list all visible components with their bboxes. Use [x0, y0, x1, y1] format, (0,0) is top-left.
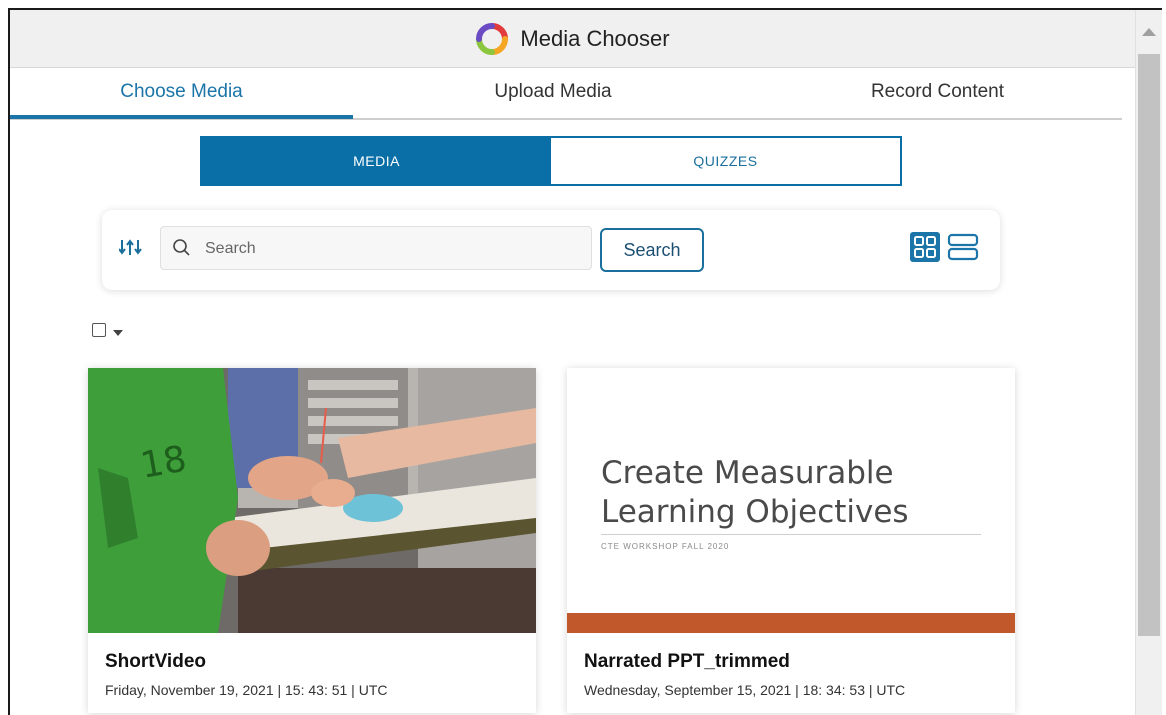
- list-view-icon[interactable]: [947, 232, 979, 262]
- search-input[interactable]: [203, 236, 577, 262]
- media-title: Narrated PPT_trimmed: [584, 651, 790, 672]
- chevron-down-icon[interactable]: [113, 330, 123, 336]
- vertical-scrollbar[interactable]: [1135, 10, 1162, 715]
- scrollbar-thumb[interactable]: [1138, 54, 1160, 636]
- media-card[interactable]: 18 ShortVideo Friday, November 19, 2021 …: [88, 368, 536, 713]
- media-chooser-window: Media Chooser Choose Media Upload Media …: [8, 8, 1162, 715]
- slide-title: Create Measurable Learning Objectives: [601, 454, 1001, 532]
- tab-upload-media[interactable]: Upload Media: [353, 68, 753, 116]
- media-date: Wednesday, September 15, 2021 | 18: 34: …: [584, 682, 906, 698]
- page-title: Media Chooser: [520, 25, 670, 51]
- media-type-toggle: MEDIA QUIZZES: [200, 136, 902, 186]
- search-icon: [173, 239, 190, 256]
- tab-bar: Choose Media Upload Media Record Content: [10, 68, 1122, 120]
- search-field: [160, 226, 592, 270]
- video-thumbnail: 18: [88, 368, 536, 633]
- sort-icon[interactable]: [119, 237, 145, 257]
- media-card[interactable]: Create Measurable Learning Objectives CT…: [567, 368, 1015, 713]
- slide-accent-bar: [567, 613, 1015, 633]
- tab-record-content[interactable]: Record Content: [753, 68, 1122, 116]
- active-tab-indicator: [10, 115, 353, 119]
- slide-subtitle: CTE WORKSHOP FALL 2020: [601, 542, 730, 551]
- title-bar: Media Chooser: [10, 10, 1136, 68]
- slide-title-line: Learning Objectives: [601, 494, 909, 530]
- tab-choose-media[interactable]: Choose Media: [10, 68, 353, 116]
- media-toggle-button[interactable]: MEDIA: [202, 138, 551, 184]
- search-button[interactable]: Search: [600, 228, 704, 272]
- media-date: Friday, November 19, 2021 | 15: 43: 51 |…: [105, 682, 388, 698]
- quizzes-toggle-button[interactable]: QUIZZES: [551, 138, 900, 184]
- grid-view-icon[interactable]: [910, 232, 940, 262]
- slide-divider: [601, 534, 981, 535]
- media-chooser-logo-icon: [476, 22, 509, 55]
- media-title: ShortVideo: [105, 651, 206, 672]
- search-panel: Search: [102, 210, 1000, 290]
- svg-text:18: 18: [137, 439, 189, 487]
- scroll-up-arrow-icon[interactable]: [1142, 28, 1156, 36]
- slide-thumbnail: Create Measurable Learning Objectives CT…: [567, 368, 1015, 633]
- select-all-checkbox[interactable]: [92, 323, 106, 337]
- slide-title-line: Create Measurable: [601, 455, 894, 491]
